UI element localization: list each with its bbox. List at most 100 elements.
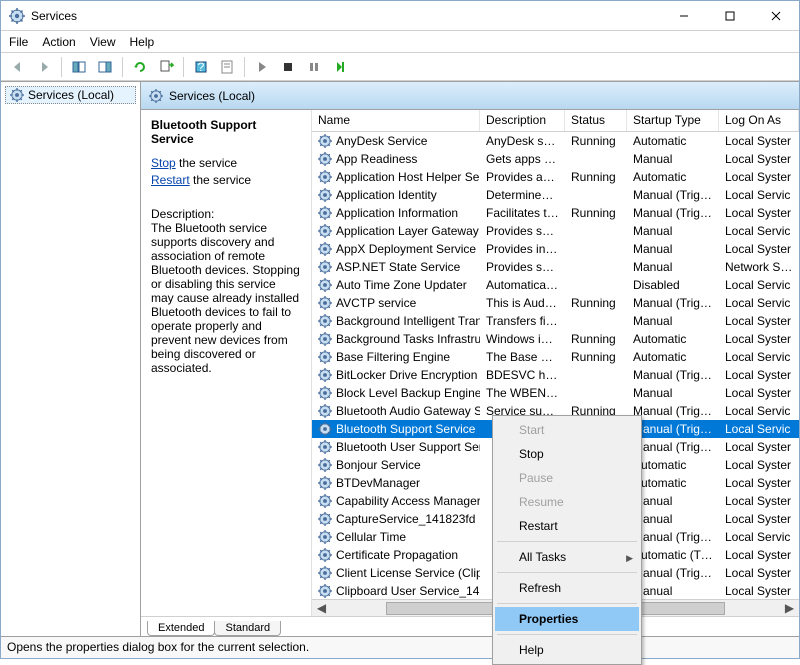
restart-link[interactable]: Restart (151, 173, 190, 187)
help-button[interactable]: ? (190, 56, 212, 78)
toolbar: ? (1, 53, 799, 81)
scroll-right-icon[interactable]: ▶ (782, 601, 797, 615)
services-icon (149, 89, 163, 103)
table-row[interactable]: BitLocker Drive Encryption S...BDESVC ho… (312, 366, 799, 384)
pause-service-button[interactable] (303, 56, 325, 78)
forward-button[interactable] (33, 56, 55, 78)
table-row[interactable]: Application Host Helper Serv...Provides … (312, 168, 799, 186)
table-row[interactable]: Block Level Backup Engine S...The WBENGI… (312, 384, 799, 402)
nav-label: Services (Local) (28, 88, 114, 102)
navigation-pane: Services (Local) (1, 82, 141, 636)
stop-link[interactable]: Stop (151, 156, 176, 170)
service-icon (318, 530, 332, 544)
service-icon (318, 152, 332, 166)
col-name[interactable]: Name (312, 110, 480, 131)
service-icon (318, 440, 332, 454)
service-icon (318, 224, 332, 238)
service-icon (318, 476, 332, 490)
description-label: Description: (151, 207, 301, 221)
menu-help[interactable]: Help (130, 35, 155, 49)
service-icon (318, 134, 332, 148)
service-icon (318, 458, 332, 472)
service-icon (318, 278, 332, 292)
table-row[interactable]: Background Intelligent Tran...Transfers … (312, 312, 799, 330)
service-icon (318, 242, 332, 256)
export-button[interactable] (155, 56, 177, 78)
tab-standard[interactable]: Standard (214, 621, 281, 636)
selected-service-name: Bluetooth Support Service (151, 118, 301, 146)
show-hide-tree-button[interactable] (68, 56, 90, 78)
properties-button[interactable] (216, 56, 238, 78)
refresh-button[interactable] (129, 56, 151, 78)
detail-pane: Bluetooth Support Service Stop the servi… (141, 110, 311, 616)
table-row[interactable]: Base Filtering EngineThe Base Filt...Run… (312, 348, 799, 366)
table-row[interactable]: Application IdentityDetermines ...Manual… (312, 186, 799, 204)
ctx-help[interactable]: Help (495, 638, 639, 662)
minimize-button[interactable] (661, 1, 707, 31)
status-bar: Opens the properties dialog box for the … (1, 636, 799, 658)
title-bar[interactable]: Services (1, 1, 799, 31)
context-menu: Start Stop Pause Resume Restart All Task… (492, 415, 642, 665)
chevron-right-icon: ▶ (626, 553, 633, 564)
table-row[interactable]: AnyDesk ServiceAnyDesk su...RunningAutom… (312, 132, 799, 150)
ctx-properties[interactable]: Properties (495, 607, 639, 631)
view-tabs: Extended Standard (141, 616, 799, 636)
table-row[interactable]: App ReadinessGets apps re...ManualLocal … (312, 150, 799, 168)
table-row[interactable]: Application InformationFacilitates th...… (312, 204, 799, 222)
menu-view[interactable]: View (90, 35, 116, 49)
table-row[interactable]: AppX Deployment Service (A...Provides in… (312, 240, 799, 258)
ctx-pause: Pause (495, 466, 639, 490)
stop-service-button[interactable] (277, 56, 299, 78)
ctx-all-tasks[interactable]: All Tasks▶ (495, 545, 639, 569)
service-icon (318, 512, 332, 526)
back-button[interactable] (7, 56, 29, 78)
service-icon (318, 260, 332, 274)
service-icon (318, 548, 332, 562)
menu-bar: File Action View Help (1, 31, 799, 53)
col-startup-type[interactable]: Startup Type (627, 110, 719, 131)
ctx-stop[interactable]: Stop (495, 442, 639, 466)
restart-service-button[interactable] (329, 56, 351, 78)
service-icon (318, 332, 332, 346)
ctx-refresh[interactable]: Refresh (495, 576, 639, 600)
nav-services-local[interactable]: Services (Local) (5, 86, 136, 104)
maximize-button[interactable] (707, 1, 753, 31)
svg-text:?: ? (198, 60, 205, 74)
start-service-button[interactable] (251, 56, 273, 78)
service-icon (318, 422, 332, 436)
table-row[interactable]: Auto Time Zone UpdaterAutomaticall...Dis… (312, 276, 799, 294)
content-header: Services (Local) (141, 82, 799, 110)
close-button[interactable] (753, 1, 799, 31)
table-row[interactable]: AVCTP serviceThis is Audio...RunningManu… (312, 294, 799, 312)
service-icon (318, 206, 332, 220)
service-icon (318, 494, 332, 508)
ctx-start: Start (495, 418, 639, 442)
col-log-on-as[interactable]: Log On As (719, 110, 799, 131)
ctx-restart[interactable]: Restart (495, 514, 639, 538)
service-icon (318, 314, 332, 328)
table-row[interactable]: ASP.NET State ServiceProvides sup...Manu… (312, 258, 799, 276)
column-headers: Name Description Status Startup Type Log… (312, 110, 799, 132)
menu-file[interactable]: File (9, 35, 28, 49)
menu-action[interactable]: Action (42, 35, 75, 49)
service-icon (318, 584, 332, 598)
col-status[interactable]: Status (565, 110, 627, 131)
service-icon (318, 170, 332, 184)
tab-extended[interactable]: Extended (147, 621, 215, 636)
description-body: The Bluetooth service supports discovery… (151, 221, 301, 375)
ctx-resume: Resume (495, 490, 639, 514)
table-row[interactable]: Background Tasks Infrastruc...Windows in… (312, 330, 799, 348)
col-description[interactable]: Description (480, 110, 565, 131)
service-icon (318, 386, 332, 400)
services-icon (10, 88, 24, 102)
show-hide-action-button[interactable] (94, 56, 116, 78)
window-title: Services (31, 9, 661, 23)
table-row[interactable]: Application Layer Gateway S...Provides s… (312, 222, 799, 240)
service-icon (318, 368, 332, 382)
service-icon (318, 566, 332, 580)
services-icon (9, 8, 25, 24)
service-icon (318, 350, 332, 364)
content-header-label: Services (Local) (169, 89, 255, 103)
service-icon (318, 188, 332, 202)
scroll-left-icon[interactable]: ◀ (314, 601, 329, 615)
